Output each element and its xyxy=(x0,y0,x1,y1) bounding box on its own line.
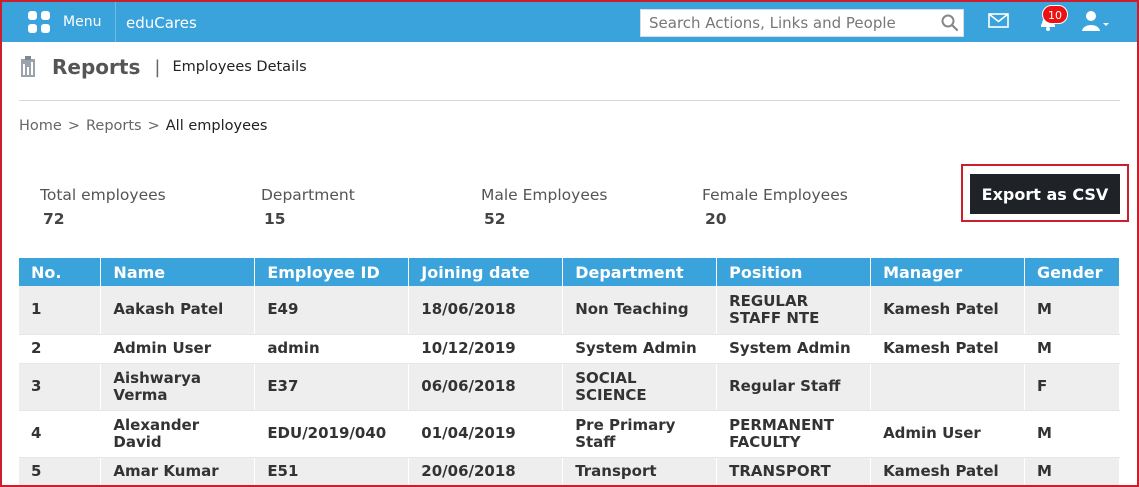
screenshot-highlight-frame xyxy=(0,0,1139,487)
